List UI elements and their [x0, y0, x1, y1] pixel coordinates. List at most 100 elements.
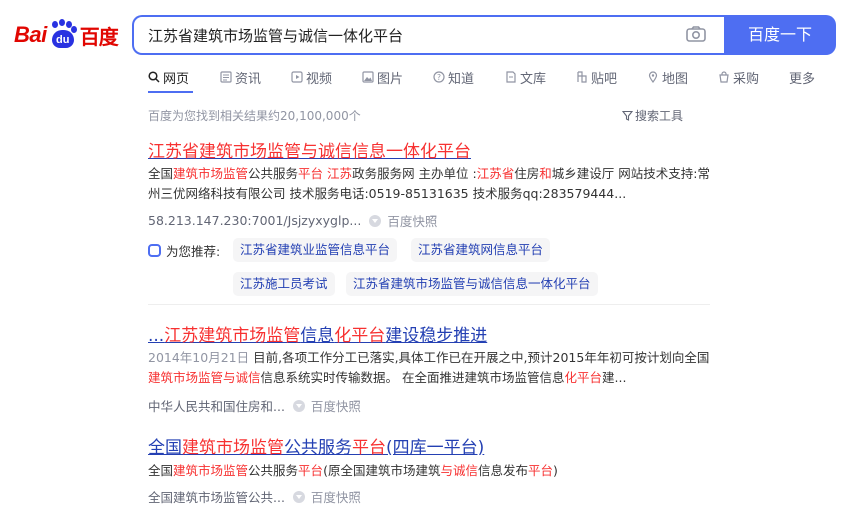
recommend-chip[interactable]: 江苏施工员考试	[233, 272, 335, 296]
result-title-text: 建设稳步推进	[385, 326, 488, 346]
cache-link[interactable]: 百度快照	[311, 396, 361, 415]
result-title-text: 江苏省建筑市场监管与诚信信息一体化平台	[148, 142, 471, 162]
video-icon	[291, 71, 303, 83]
recommend-chip[interactable]: 江苏省建筑市场监管与诚信信息一体化平台	[346, 272, 598, 296]
result-snippet: 2014年10月21日 目前,各项工作分工已落实,具体工作已在开展之中,预计20…	[148, 348, 713, 388]
tab-label: 地图	[662, 71, 689, 87]
result-title-text: 信息	[300, 326, 335, 346]
baidu-logo[interactable]: Bai du 百度	[14, 17, 119, 53]
tab-label: 采购	[733, 71, 760, 87]
result-url[interactable]: 58.213.147.230:7001/Jsjzyxyglp...	[148, 213, 361, 228]
snippet-text: 建...	[602, 370, 627, 385]
snippet-text: 信息发布	[477, 463, 528, 478]
cache-link[interactable]: 百度快照	[311, 487, 361, 506]
tab-label: 知道	[448, 71, 475, 87]
tab-web[interactable]: 网页	[148, 66, 220, 88]
search-box	[132, 15, 724, 55]
result-meta: 58.213.147.230:7001/Jsjzyxyglp... 百度快照	[148, 211, 437, 230]
result-title[interactable]: ...江苏建筑市场监管信息化平台建设稳步推进	[148, 321, 487, 346]
snippet-highlight: 平台	[527, 463, 553, 478]
tab-label: 视频	[306, 71, 333, 87]
svg-text:?: ?	[437, 73, 441, 82]
tab-label: 图片	[377, 71, 404, 87]
tab-video[interactable]: 视频	[291, 66, 362, 88]
result-title-text: 公共服务	[284, 438, 352, 458]
chevron-down-icon[interactable]	[292, 490, 305, 503]
recommend-label-text: 为您推荐:	[166, 244, 221, 259]
snippet-text: 政务服务网 主办单位 :	[352, 166, 477, 181]
cache-link[interactable]: 百度快照	[387, 211, 437, 230]
result-snippet: 全国建筑市场监管公共服务平台 江苏政务服务网 主办单位 :江苏省住房和城乡建设厅…	[148, 164, 713, 204]
result-title[interactable]: 全国建筑市场监管公共服务平台(四库一平台)	[148, 433, 484, 458]
snippet-highlight: 和	[539, 166, 552, 181]
result-snippet: 全国建筑市场监管公共服务平台(原全国建筑市场建筑与诚信信息发布平台)	[148, 461, 713, 481]
search-tabs: 网页 资讯 视频 图片 ? 知道 文库 贴吧 地图 采购 更多	[148, 66, 815, 88]
tab-images[interactable]: 图片	[362, 66, 433, 88]
snippet-highlight: 建筑市场监管与诚信	[148, 370, 261, 385]
divider	[148, 304, 710, 305]
snippet-text: 信息系统实时传输数据。 在全面推进建筑市场监管信息	[260, 370, 565, 385]
tab-label: 资讯	[235, 71, 262, 87]
snippet-highlight: 化平台	[564, 370, 603, 385]
tab-label: 贴吧	[591, 71, 618, 87]
map-icon	[648, 71, 658, 83]
logo-text-cn: 百度	[79, 24, 119, 49]
chevron-down-icon[interactable]	[292, 399, 305, 412]
paw-icon: du	[48, 19, 78, 50]
result-url[interactable]: 全国建筑市场监管公共...	[148, 487, 285, 506]
active-tab-indicator	[148, 91, 193, 93]
snippet-highlight: 建筑市场监管	[173, 463, 249, 478]
snippet-text: 公共服务	[248, 463, 299, 478]
search-input[interactable]	[148, 17, 678, 53]
tab-label: 更多	[789, 71, 816, 87]
snippet-highlight: 平台	[298, 463, 324, 478]
result-title-highlight: 化平台	[334, 326, 386, 346]
tab-tieba[interactable]: 贴吧	[576, 66, 647, 88]
tab-purchase[interactable]: 采购	[718, 66, 789, 88]
chevron-down-icon[interactable]	[369, 214, 382, 227]
result-title-text: ...	[148, 326, 165, 346]
shopping-icon	[719, 71, 729, 83]
snippet-text: (原全国建筑市场建筑	[323, 463, 441, 478]
snippet-text: 全国	[148, 463, 174, 478]
tab-news[interactable]: 资讯	[220, 66, 291, 88]
logo-text-bai: Bai	[14, 22, 47, 47]
search-button[interactable]: 百度一下	[724, 15, 836, 55]
result-title-text: (四库一平台)	[386, 438, 485, 458]
result-title-highlight: 平台	[352, 438, 386, 458]
tieba-icon	[577, 71, 587, 83]
question-icon: ?	[433, 71, 445, 83]
search-icon	[148, 244, 161, 257]
result-title[interactable]: 江苏省建筑市场监管与诚信信息一体化平台	[148, 137, 471, 162]
image-icon	[362, 71, 374, 83]
search-icon	[148, 71, 160, 83]
result-title-highlight: 建筑市场监管	[182, 438, 284, 458]
recommend-chip[interactable]: 江苏省建筑业监管信息平台	[233, 238, 398, 262]
result-meta: 全国建筑市场监管公共... 百度快照	[148, 487, 361, 506]
snippet-text: )	[553, 463, 558, 478]
result-title-text: 全国	[148, 438, 182, 458]
snippet-text: 公共服务	[248, 166, 299, 181]
filter-icon	[622, 110, 633, 121]
snippet-highlight: 建筑市场监管	[173, 166, 249, 181]
snippet-text: 目前,各项工作分工已落实,具体工作已在开展之中,预计2015年年初可按计划向全国	[249, 350, 710, 365]
result-url[interactable]: 中华人民共和国住房和...	[148, 396, 285, 415]
recommend-chip[interactable]: 江苏省建筑网信息平台	[411, 238, 551, 262]
search-tools-label: 搜索工具	[635, 109, 684, 123]
tab-more[interactable]: 更多	[789, 66, 815, 88]
tab-label: 网页	[163, 71, 190, 87]
result-date: 2014年10月21日	[148, 350, 250, 365]
tab-label: 文库	[520, 71, 547, 87]
snippet-highlight: 江苏	[327, 166, 353, 181]
recommend-label: 为您推荐:	[148, 241, 220, 260]
camera-icon[interactable]	[686, 26, 706, 42]
result-count: 百度为您找到相关结果约20,100,000个	[148, 109, 361, 123]
snippet-highlight: 江苏省	[476, 166, 515, 181]
tab-map[interactable]: 地图	[647, 66, 718, 88]
news-icon	[220, 71, 232, 83]
search-tools-button[interactable]: 搜索工具	[622, 107, 683, 124]
tab-zhidao[interactable]: ? 知道	[433, 66, 505, 88]
tab-wenku[interactable]: 文库	[505, 66, 576, 88]
snippet-text: 住房	[514, 166, 540, 181]
paw-text: du	[51, 30, 74, 48]
